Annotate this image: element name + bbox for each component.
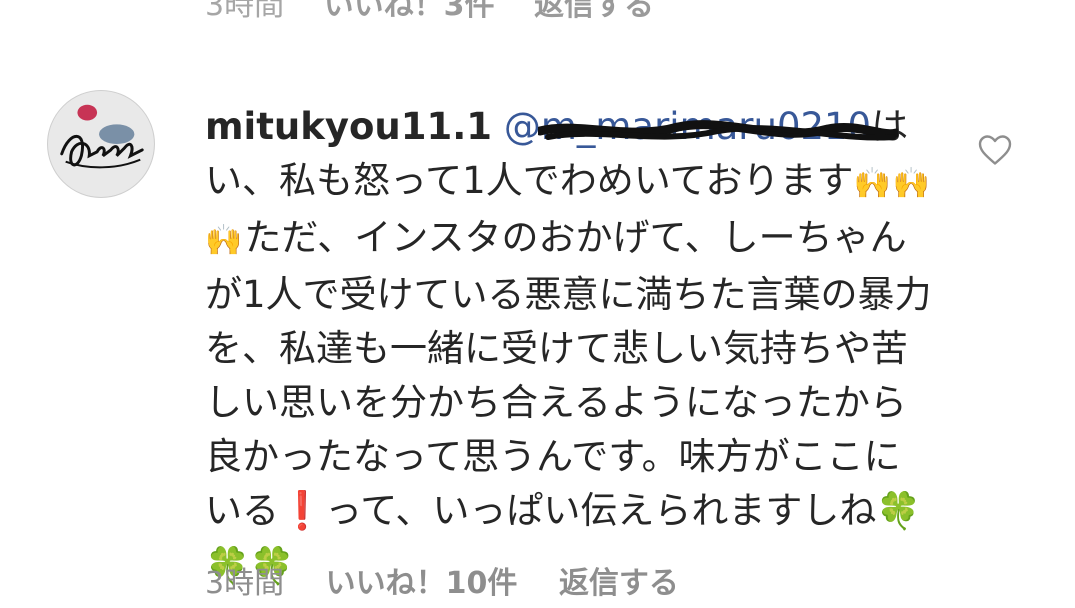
mention-text: @m_marimaru0210 (503, 105, 872, 148)
exclamation-emoji-icon: ❗ (279, 489, 326, 532)
heart-outline-icon[interactable] (977, 132, 1013, 168)
previous-comment-likes-link[interactable]: いいね！3件 (324, 0, 495, 23)
comment-text-part3: って、いっぱい伝えられますしね (325, 489, 877, 532)
mention-link[interactable]: @m_marimaru0210 (503, 105, 898, 148)
comment-body: mitukyou11.1 @m_marimaru0210 はい、私も怒って1人でわ… (205, 100, 935, 594)
comment-reply-button[interactable]: 返信する (559, 566, 679, 601)
comment-text-part2: ただ、インスタのおかげて、しーちゃんが1人で受けている悪意に満ちた言葉の暴力を、… (205, 216, 932, 532)
profile-avatar-signature-icon (48, 91, 154, 197)
avatar[interactable] (47, 90, 155, 198)
previous-comment-meta: 3時間 いいね！3件 返信する (205, 0, 684, 24)
comment-username-link[interactable]: mitukyou11.1 (205, 105, 492, 148)
comment-likes-link[interactable]: いいね！10件 (326, 566, 518, 601)
comment-time: 3時間 (205, 566, 285, 601)
comment-meta: 3時間 いいね！10件 返信する (205, 558, 711, 602)
previous-comment-time: 3時間 (205, 0, 285, 23)
comment-thread: 3時間 いいね！3件 返信する mitukyou11.1 @m_marimaru… (0, 0, 1075, 608)
previous-comment-reply-button[interactable]: 返信する (534, 0, 654, 23)
